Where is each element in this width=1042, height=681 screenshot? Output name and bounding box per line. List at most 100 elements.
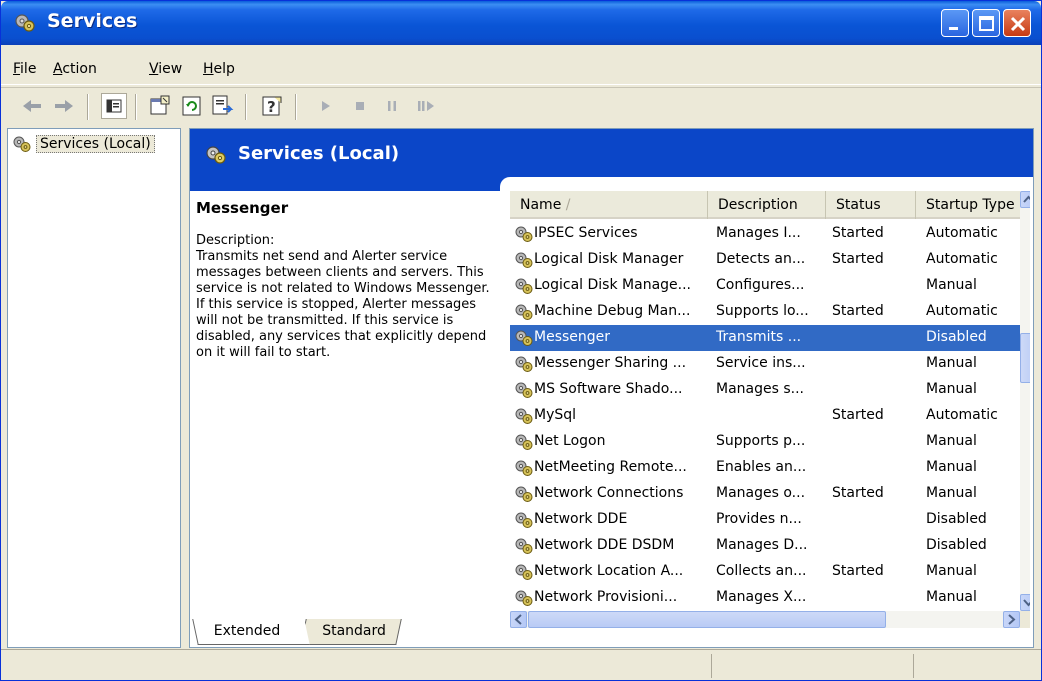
column-header-status[interactable]: Status xyxy=(826,191,916,219)
table-row[interactable]: NetMeeting Remote... Enables an... Manual xyxy=(510,455,1020,481)
restart-service-icon xyxy=(418,101,434,111)
service-gear-icon xyxy=(515,252,533,268)
menu-view[interactable]: View xyxy=(149,61,182,77)
cell-status: Started xyxy=(832,251,884,267)
pause-service-button[interactable] xyxy=(379,93,405,119)
cell-startup-type: Manual xyxy=(926,485,977,501)
service-gear-icon xyxy=(515,512,533,528)
menu-file[interactable]: File xyxy=(13,61,36,77)
stop-service-button[interactable] xyxy=(347,93,373,119)
content-header-title: Services (Local) xyxy=(238,143,400,164)
menu-help[interactable]: Help xyxy=(203,61,235,77)
column-header-startup-type[interactable]: Startup Type xyxy=(916,191,1020,219)
cell-startup-type: Automatic xyxy=(926,407,998,423)
cell-description: Collects an... xyxy=(716,563,807,579)
service-gear-icon xyxy=(515,434,533,450)
services-window: Services File Action View Help ? Service… xyxy=(0,0,1042,681)
menu-action[interactable]: Action xyxy=(53,61,97,77)
cell-name: Logical Disk Manage... xyxy=(534,277,691,293)
menu-bar: File Action View Help xyxy=(1,51,1041,85)
minimize-button[interactable] xyxy=(941,9,969,37)
maximize-button[interactable] xyxy=(972,9,1000,37)
close-button[interactable] xyxy=(1003,9,1031,37)
properties-button[interactable] xyxy=(147,93,173,119)
scroll-down-button[interactable] xyxy=(1020,594,1030,611)
export-list-icon xyxy=(212,95,234,115)
window-title: Services xyxy=(47,10,138,32)
table-row[interactable]: Logical Disk Manage... Configures... Manua… xyxy=(510,273,1020,299)
details-pane: Services (Local) Messenger Description: … xyxy=(189,128,1034,648)
cell-startup-type: Manual xyxy=(926,459,977,475)
tab-extended[interactable]: Extended xyxy=(192,619,310,645)
cell-name: Network Location A... xyxy=(534,563,684,579)
service-gear-icon xyxy=(515,330,533,346)
cell-status: Started xyxy=(832,303,884,319)
table-row[interactable]: MS Software Shado... Manages s... Manual xyxy=(510,377,1020,403)
cell-description: Manages I... xyxy=(716,225,801,241)
service-gear-icon xyxy=(515,408,533,424)
cell-description: Manages o... xyxy=(716,485,806,501)
cell-description: Provides n... xyxy=(716,511,802,527)
maximize-icon xyxy=(979,16,994,31)
selected-service-name: Messenger xyxy=(196,199,289,217)
services-list[interactable]: Name / Description Status Startup Type I… xyxy=(510,191,1030,628)
cell-name: Messenger Sharing ... xyxy=(534,355,687,371)
cell-status: Started xyxy=(832,225,884,241)
cell-name: Network Connections xyxy=(534,485,684,501)
column-header-name[interactable]: Name / xyxy=(510,191,708,219)
cell-description: Enables an... xyxy=(716,459,807,475)
console-tree: Services (Local) xyxy=(7,128,181,648)
export-list-button[interactable] xyxy=(209,93,235,119)
cell-startup-type: Automatic xyxy=(926,251,998,267)
refresh-icon xyxy=(182,96,201,116)
start-service-button[interactable] xyxy=(313,93,339,119)
table-row[interactable]: Network DDE DSDM Manages D... Disabled xyxy=(510,533,1020,559)
forward-button[interactable] xyxy=(51,93,77,119)
cell-status: Started xyxy=(832,485,884,501)
cell-name: Network DDE DSDM xyxy=(534,537,675,553)
table-row[interactable]: Messenger Sharing ... Service ins... Manua… xyxy=(510,351,1020,377)
close-icon xyxy=(1010,16,1026,32)
table-row[interactable]: Network Connections Manages o... Started Ma… xyxy=(510,481,1020,507)
table-row[interactable]: Network Provisioni... Manages X... Manual xyxy=(510,585,1020,611)
help-icon: ? xyxy=(262,96,282,116)
table-row[interactable]: IPSEC Services Manages I... Started Automat… xyxy=(510,221,1020,247)
vertical-scrollbar[interactable] xyxy=(1020,191,1030,611)
vertical-scroll-thumb[interactable] xyxy=(1020,333,1030,383)
service-gear-icon xyxy=(515,486,533,502)
table-row[interactable]: Logical Disk Manager Detects an... Started… xyxy=(510,247,1020,273)
svg-text:?: ? xyxy=(267,98,276,116)
chevron-down-icon xyxy=(1023,599,1030,607)
back-button[interactable] xyxy=(19,93,45,119)
service-gear-icon xyxy=(515,226,533,242)
sort-ascending-icon: / xyxy=(565,197,571,213)
cell-startup-type: Disabled xyxy=(926,511,987,527)
cell-description: Detects an... xyxy=(716,251,806,267)
cell-status: Started xyxy=(832,407,884,423)
column-header-description[interactable]: Description xyxy=(708,191,826,219)
table-row[interactable]: Network DDE Provides n... Disabled xyxy=(510,507,1020,533)
service-gear-icon xyxy=(515,538,533,554)
table-row[interactable]: Network Location A... Collects an... Start… xyxy=(510,559,1020,585)
help-button[interactable]: ? xyxy=(259,93,285,119)
tab-standard[interactable]: Standard xyxy=(300,619,402,645)
cell-description: Manages X... xyxy=(716,589,807,605)
list-header: Name / Description Status Startup Type xyxy=(510,191,1020,219)
back-arrow-icon xyxy=(23,100,41,112)
title-bar[interactable]: Services xyxy=(1,1,1041,45)
refresh-button[interactable] xyxy=(179,93,205,119)
service-gear-icon xyxy=(515,460,533,476)
cell-startup-type: Manual xyxy=(926,433,977,449)
toolbar: ? xyxy=(1,87,1041,125)
cell-name: MySql xyxy=(534,407,577,423)
table-row[interactable]: Messenger Transmits ... Disabled xyxy=(510,325,1020,351)
description-pane: Messenger Description: Transmits net sen… xyxy=(196,199,496,361)
scroll-up-button[interactable] xyxy=(1020,191,1030,208)
table-row[interactable]: Net Logon Supports p... Manual xyxy=(510,429,1020,455)
table-row[interactable]: Machine Debug Man... Supports lo... Starte… xyxy=(510,299,1020,325)
show-hide-tree-button[interactable] xyxy=(101,93,127,119)
table-row[interactable]: MySql Started Automatic xyxy=(510,403,1020,429)
cell-description: Supports p... xyxy=(716,433,806,449)
restart-service-button[interactable] xyxy=(413,93,439,119)
services-gear-icon xyxy=(206,146,226,164)
